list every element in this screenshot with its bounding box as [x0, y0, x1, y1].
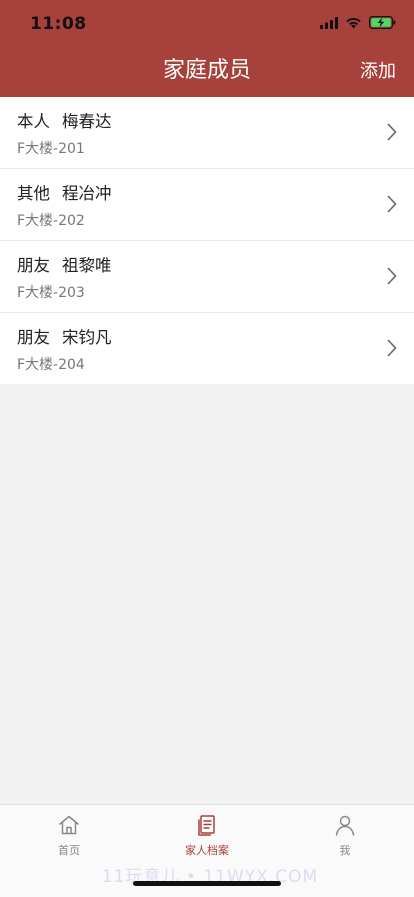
member-title: 朋友 宋钧凡: [17, 324, 112, 348]
member-row[interactable]: 本人 梅春达 F大楼-201: [0, 97, 414, 169]
member-address: F大楼-202: [17, 213, 85, 229]
member-relation: 朋友: [17, 256, 50, 275]
chevron-right-icon: [387, 339, 397, 357]
tab-home[interactable]: 首页: [0, 813, 138, 869]
member-title: 朋友 祖黎唯: [17, 252, 112, 276]
chevron-right-icon: [387, 195, 397, 213]
tab-label: 我: [339, 844, 351, 857]
member-name: 宋钧凡: [62, 328, 112, 347]
top-bar: 11:08 家庭成员 添加: [0, 0, 414, 97]
home-icon: [59, 815, 79, 835]
tab-me[interactable]: 我: [276, 813, 414, 869]
document-icon: [198, 815, 215, 836]
member-row[interactable]: 朋友 宋钧凡 F大楼-204: [0, 313, 414, 384]
status-time: 11:08: [30, 14, 87, 34]
member-address: F大楼-203: [17, 285, 85, 301]
member-title: 其他 程冶冲: [17, 180, 112, 204]
status-icons: [320, 16, 396, 29]
battery-charging-icon: [369, 16, 396, 29]
member-relation: 朋友: [17, 328, 50, 347]
member-title: 本人 梅春达: [17, 108, 112, 132]
member-row[interactable]: 朋友 祖黎唯 F大楼-203: [0, 241, 414, 313]
member-address: F大楼-201: [17, 141, 85, 157]
add-button[interactable]: 添加: [360, 57, 396, 87]
member-relation: 其他: [17, 184, 50, 203]
member-name: 程冶冲: [62, 184, 112, 203]
member-name: 祖黎唯: [62, 256, 112, 275]
member-relation: 本人: [17, 112, 50, 131]
tab-label: 家人档案: [185, 844, 229, 857]
status-bar: 11:08: [0, 0, 414, 48]
chevron-right-icon: [387, 123, 397, 141]
tab-family-records[interactable]: 家人档案: [138, 813, 276, 869]
member-list: 本人 梅春达 F大楼-201 其他 程冶冲 F大楼-202 朋友 祖黎唯 F大楼-20…: [0, 97, 414, 384]
member-row[interactable]: 其他 程冶冲 F大楼-202: [0, 169, 414, 241]
wifi-icon: [346, 17, 361, 28]
cellular-signal-icon: [320, 16, 338, 29]
member-name: 梅春达: [62, 112, 112, 131]
page-title: 家庭成员: [162, 58, 251, 83]
chevron-right-icon: [387, 267, 397, 285]
member-address: F大楼-204: [17, 357, 85, 373]
person-icon: [335, 815, 355, 836]
home-indicator: [133, 881, 281, 886]
tab-label: 首页: [58, 844, 80, 857]
